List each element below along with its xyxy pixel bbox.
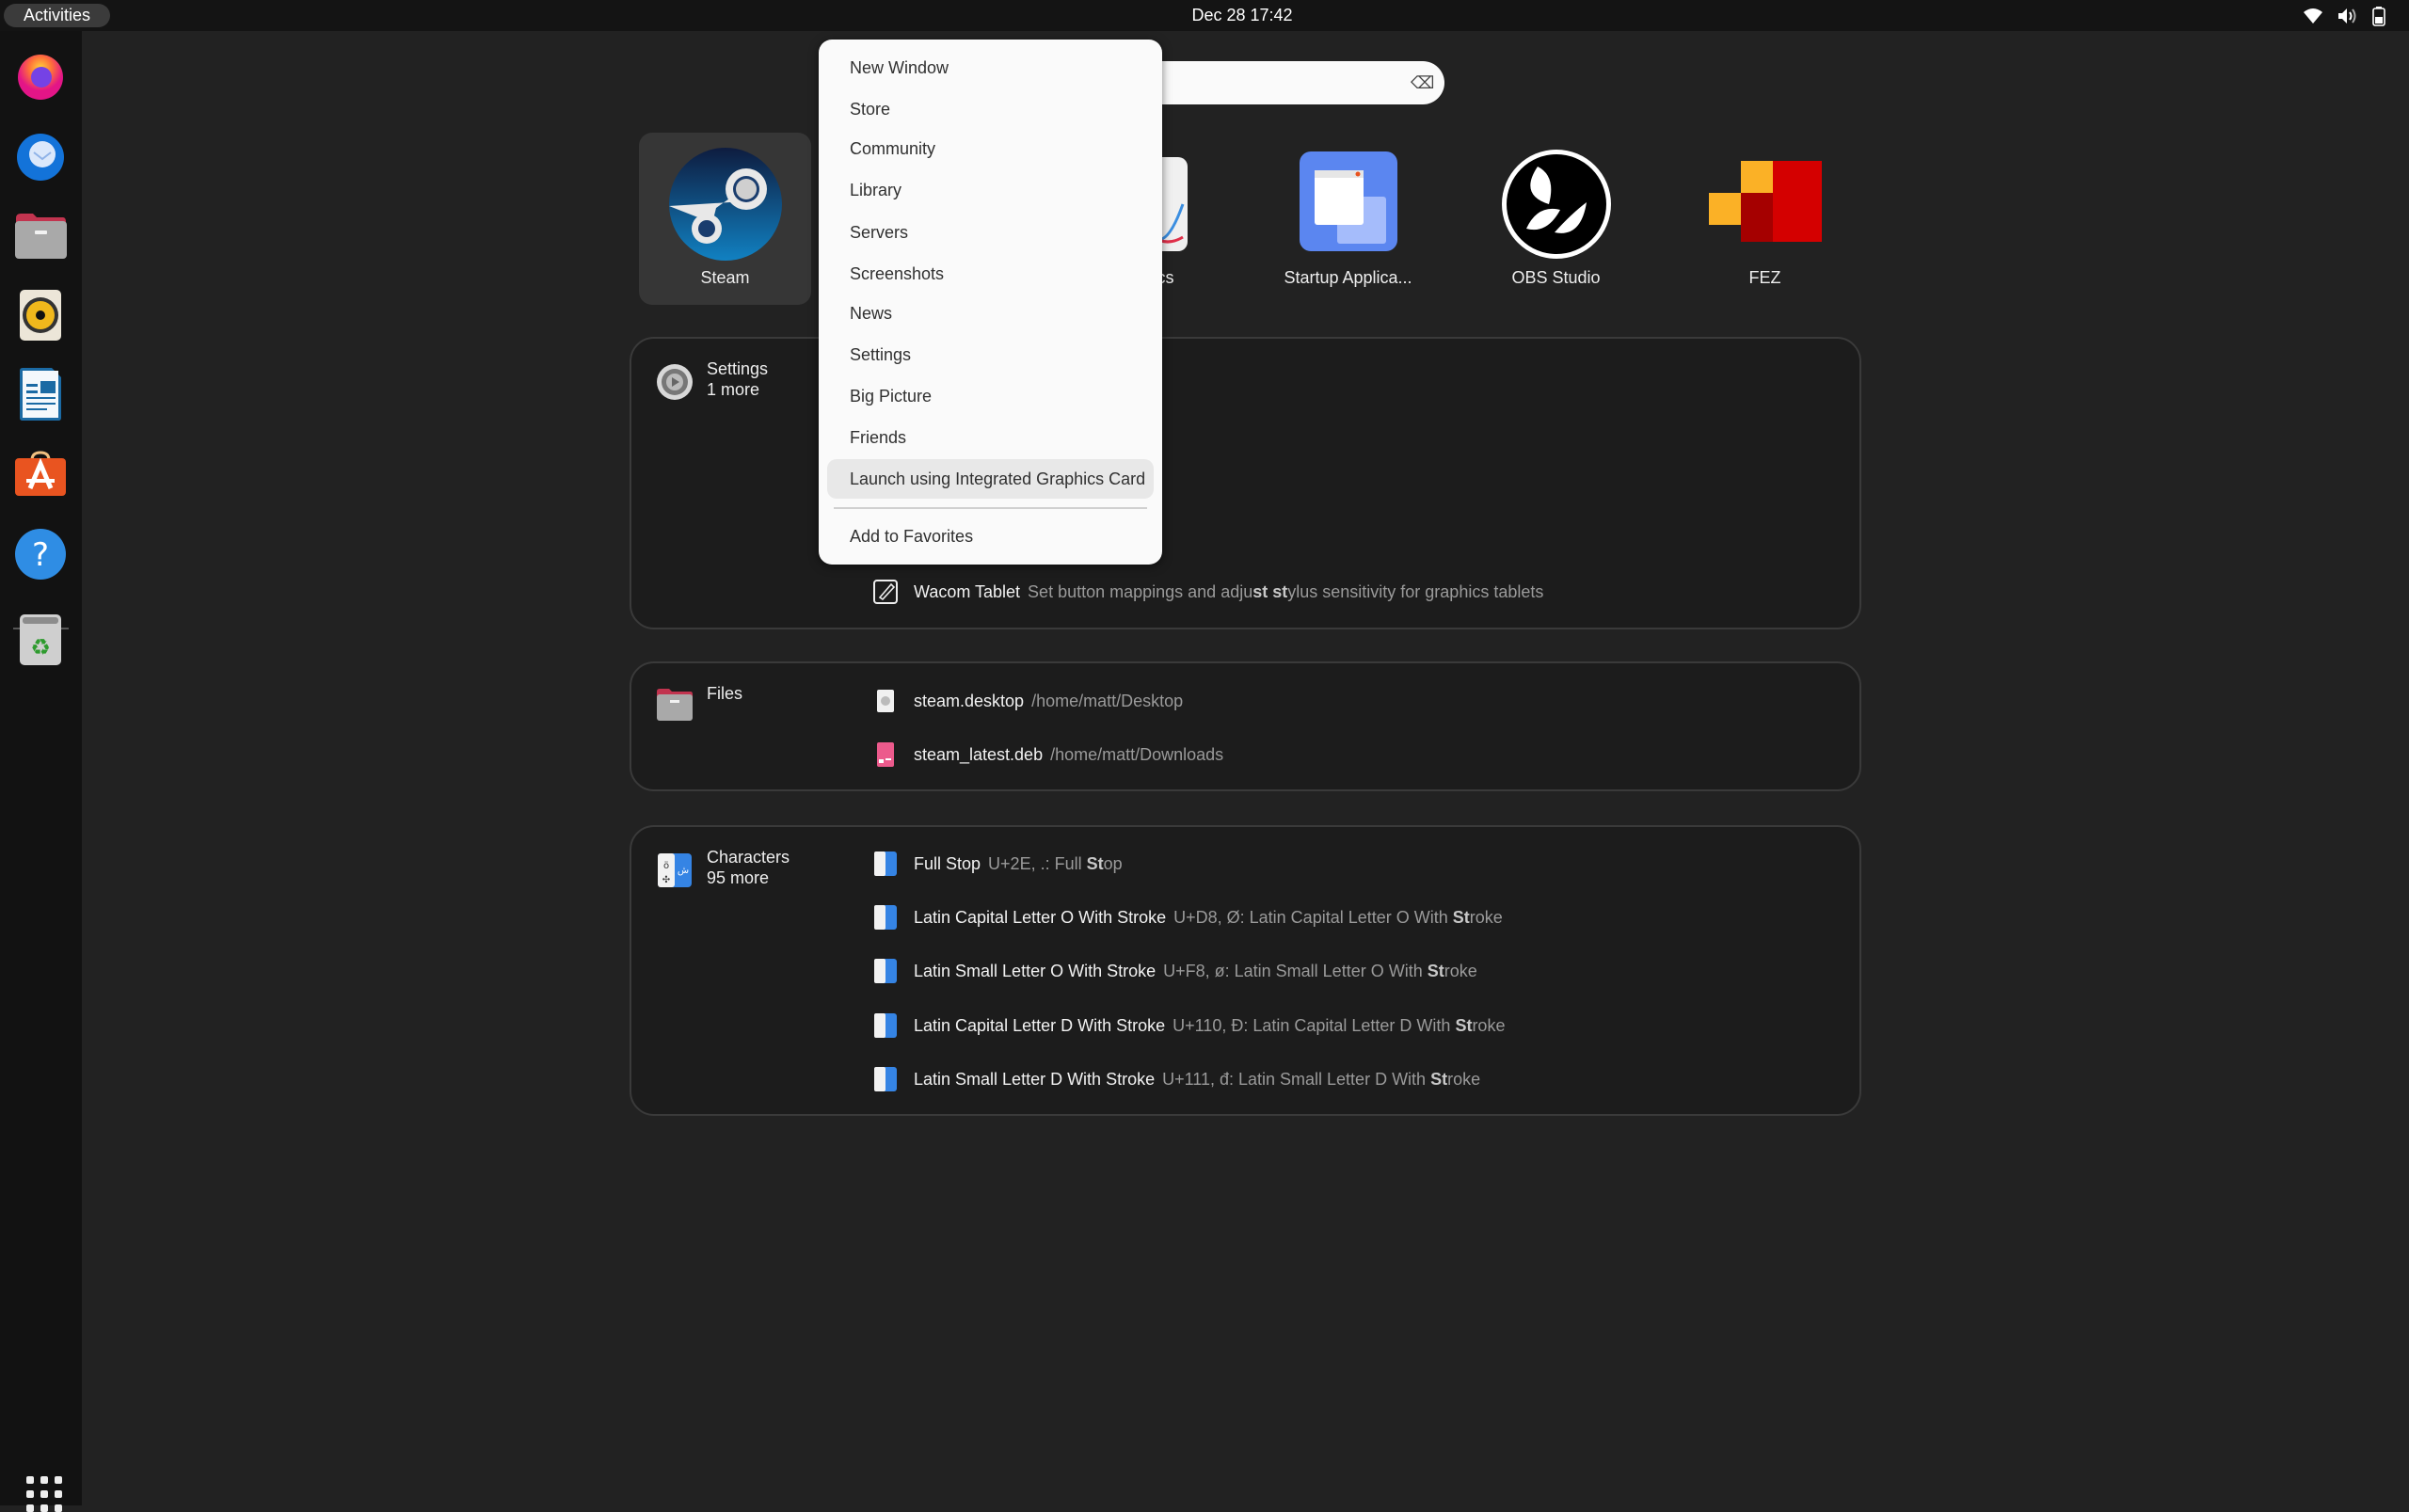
menu-item-news[interactable]: News (827, 294, 1154, 333)
menu-item-servers[interactable]: Servers (827, 213, 1154, 252)
apps-grid-icon (26, 1476, 34, 1484)
rhythmbox-icon (20, 290, 61, 341)
menu-item-screenshots[interactable]: Screenshots (827, 254, 1154, 294)
show-apps-button[interactable] (21, 1471, 62, 1512)
files-icon (15, 214, 67, 259)
svg-text:ش: ش (678, 866, 689, 876)
svg-text:♻: ♻ (30, 634, 51, 661)
characters-icon: ö ✣ ش (658, 853, 692, 887)
wifi-icon[interactable] (2303, 6, 2323, 26)
startup-applications-icon (1299, 151, 1397, 251)
menu-item-library[interactable]: Library (827, 170, 1154, 210)
deb-package-icon (877, 742, 894, 767)
characters-results-panel: ö ✣ ش Characters 95 more Full Stop U+2E, .:… (630, 825, 1861, 1116)
character-icon (874, 905, 897, 930)
battery-icon[interactable] (2369, 6, 2389, 26)
files-icon (657, 689, 693, 721)
result-row[interactable]: Latin Small Letter O With Stroke U+F8, ø:… (872, 952, 1477, 990)
provider-name: Characters (707, 848, 790, 867)
dock: ? ♻ (0, 31, 82, 1512)
wacom-tablet-icon (873, 580, 898, 604)
app-tile-fez[interactable]: FEZ (1679, 133, 1851, 305)
result-row[interactable]: Latin Capital Letter O With Stroke U+D8, … (872, 899, 1503, 936)
files-results-panel: Files steam.desktop/home/matt/Desktop st… (630, 661, 1861, 791)
fez-icon (1708, 161, 1822, 242)
menu-separator (834, 507, 1147, 509)
app-tile-steam[interactable]: Steam (639, 133, 811, 305)
menu-item-new-window[interactable]: New Window (827, 48, 1154, 88)
steam-icon (668, 148, 782, 261)
result-row[interactable]: steam.desktop/home/matt/Desktop (872, 682, 1183, 720)
provider-more[interactable]: 1 more (707, 380, 759, 400)
character-icon (874, 1067, 897, 1091)
character-icon (874, 1013, 897, 1038)
provider-name: Files (707, 684, 743, 703)
app-label: OBS Studio (1511, 268, 1601, 287)
svg-text:✣: ✣ (662, 875, 670, 885)
character-icon (874, 851, 897, 876)
volume-icon[interactable] (2337, 6, 2357, 26)
character-icon (874, 959, 897, 983)
menu-item-launch-integrated-graphics[interactable]: Launch using Integrated Graphics Card (827, 459, 1154, 499)
writer-icon (20, 368, 61, 421)
app-tile-startup-applications[interactable]: Startup Applica... (1262, 133, 1434, 305)
result-row[interactable]: Latin Small Letter D With Stroke U+111, đ… (872, 1060, 1480, 1098)
activities-button[interactable]: Activities (4, 4, 110, 27)
obs-studio-icon (1501, 150, 1611, 259)
dock-item-rhythmbox[interactable] (13, 288, 68, 342)
app-label: Steam (700, 268, 750, 287)
dock-item-firefox[interactable] (13, 48, 68, 103)
app-label: Startup Applica... (1284, 268, 1412, 287)
desktop-file-icon (877, 690, 894, 712)
clock[interactable]: Dec 28 17:42 (1157, 0, 1327, 31)
result-row[interactable]: Full Stop U+2E, .: Full Stop (872, 845, 1123, 883)
app-center-icon (15, 451, 66, 496)
result-row[interactable]: steam_latest.deb/home/matt/Downloads (872, 736, 1223, 773)
settings-results-panel: Settings 1 more ms traces ee, hear, type… (630, 337, 1861, 629)
firefox-icon (18, 55, 63, 100)
svg-text:?: ? (32, 536, 49, 574)
settings-icon (657, 364, 693, 400)
top-bar: Activities Dec 28 17:42 (0, 0, 2409, 31)
menu-item-friends[interactable]: Friends (827, 418, 1154, 457)
menu-item-big-picture[interactable]: Big Picture (827, 376, 1154, 416)
result-row[interactable]: Latin Capital Letter D With Stroke U+110,… (872, 1007, 1505, 1044)
provider-more[interactable]: 95 more (707, 868, 769, 888)
clear-text-icon[interactable]: ⌫ (1411, 72, 1434, 93)
dock-item-app-center[interactable] (13, 447, 68, 501)
svg-text:ö: ö (663, 861, 669, 871)
steam-context-menu: New Window Store Community Library Serve… (819, 40, 1162, 565)
menu-item-community[interactable]: Community (827, 129, 1154, 168)
dock-item-trash[interactable]: ♻ (13, 613, 68, 667)
thunderbird-icon (17, 134, 64, 181)
result-row-wacom-tablet[interactable]: Wacom Tablet Set button mappings and adj… (872, 573, 1543, 611)
dock-item-writer[interactable] (13, 367, 68, 422)
help-icon: ? (15, 529, 66, 580)
dock-item-help[interactable]: ? (13, 527, 68, 581)
menu-item-settings[interactable]: Settings (827, 335, 1154, 374)
trash-icon: ♻ (20, 614, 61, 665)
app-label: FEZ (1748, 268, 1781, 287)
provider-name: Settings (707, 359, 769, 378)
menu-item-store[interactable]: Store (827, 89, 1154, 129)
app-tile-obs-studio[interactable]: OBS Studio (1470, 133, 1642, 305)
menu-item-add-to-favorites[interactable]: Add to Favorites (827, 517, 1154, 556)
dock-item-files[interactable] (13, 208, 68, 263)
dock-item-thunderbird[interactable] (13, 128, 68, 183)
